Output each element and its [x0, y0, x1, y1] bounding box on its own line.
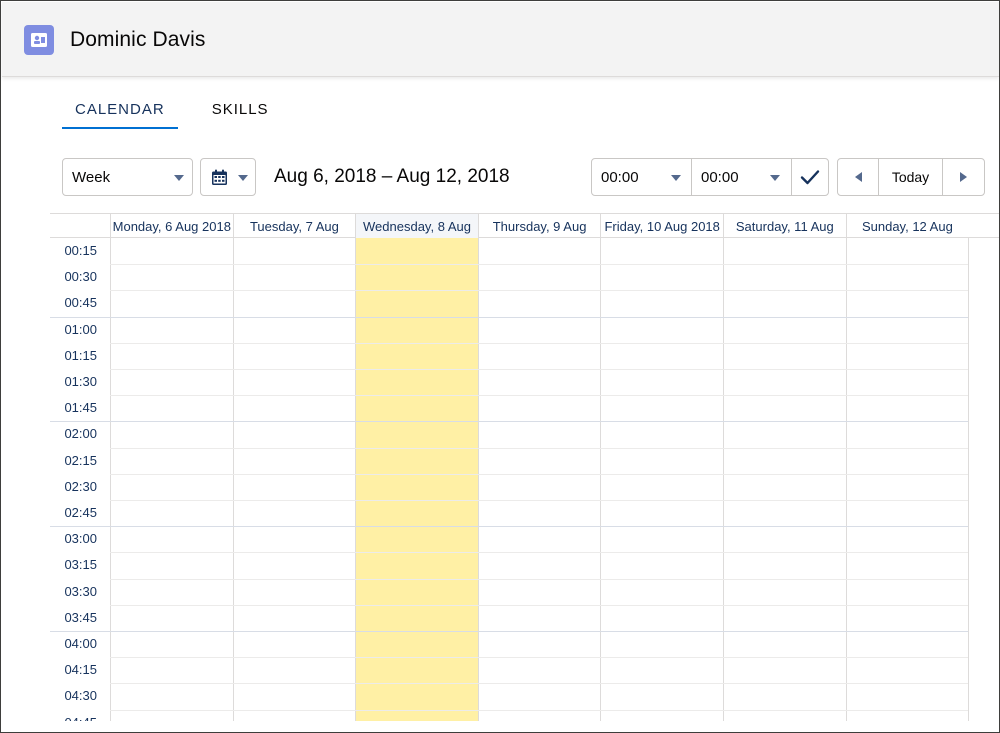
day-header: Tuesday, 7 Aug [232, 214, 356, 238]
slot-divider [110, 395, 969, 397]
date-range-label: Aug 6, 2018 – Aug 12, 2018 [274, 166, 510, 187]
calendar-icon [211, 169, 228, 190]
time-label: 01:30 [64, 374, 97, 389]
day-column[interactable] [600, 238, 723, 721]
time-label: 04:45 [50, 715, 97, 721]
slot-divider [50, 421, 969, 423]
date-picker-button[interactable] [200, 158, 256, 196]
contact-card-icon [24, 25, 54, 55]
day-header: Sunday, 12 Aug [845, 214, 969, 238]
next-week-button[interactable] [942, 158, 985, 196]
view-select[interactable]: Week [62, 158, 193, 196]
tab-skills[interactable]: SKILLS [199, 97, 282, 129]
time-label: 03:45 [64, 609, 97, 625]
end-time-value: 00:00 [701, 168, 739, 186]
time-label: 04:15 [64, 662, 97, 678]
start-time-select[interactable]: 00:00 [591, 158, 692, 196]
app-frame: Dominic Davis CALENDAR SKILLS Week Aug 6… [0, 0, 1000, 733]
chevron-down-icon [671, 175, 681, 181]
day-header: Monday, 6 Aug 2018 [110, 214, 233, 238]
time-label: 03:15 [64, 557, 97, 573]
day-column[interactable] [723, 238, 846, 721]
time-label: 04:00 [64, 636, 97, 651]
time-label: 00:15 [64, 243, 97, 258]
slot-divider [110, 342, 969, 344]
tab-bar: CALENDAR SKILLS [62, 97, 282, 129]
slot-divider [110, 447, 969, 449]
check-icon [800, 170, 820, 185]
slot-divider [110, 500, 969, 501]
record-header: Dominic Davis [2, 2, 999, 77]
day-header: Saturday, 11 Aug [723, 214, 846, 238]
time-label: 02:15 [64, 452, 97, 468]
day-header: Friday, 10 Aug 2018 [600, 214, 723, 238]
time-label: 00:45 [64, 295, 97, 311]
time-label: 00:30 [64, 269, 97, 285]
slot-divider [110, 552, 969, 554]
slot-divider [50, 631, 969, 632]
triangle-left-icon [854, 172, 862, 182]
day-column[interactable] [355, 238, 478, 721]
day-header-row: Monday, 6 Aug 2018 Tuesday, 7 Aug Wednesda… [50, 213, 999, 238]
view-select-value: Week [72, 168, 111, 186]
time-label: 02:45 [64, 505, 97, 520]
day-column[interactable] [110, 238, 233, 721]
time-label: 02:30 [64, 478, 97, 494]
tab-calendar[interactable]: CALENDAR [62, 97, 178, 129]
chevron-down-icon [238, 175, 248, 181]
week-calendar-grid: Monday, 6 Aug 2018 Tuesday, 7 Aug Wednesda… [50, 213, 999, 721]
chevron-down-icon [770, 175, 780, 181]
slot-divider [110, 578, 969, 580]
record-title: Dominic Davis [70, 28, 206, 51]
time-label: 04:30 [64, 688, 97, 704]
slot-divider [110, 264, 969, 266]
grid-right-border [968, 238, 970, 721]
slot-divider [110, 290, 969, 292]
start-time-value: 00:00 [601, 168, 639, 186]
slot-divider [50, 526, 969, 528]
slot-divider [110, 709, 969, 711]
day-header: Thursday, 9 Aug [477, 214, 601, 238]
slot-divider [110, 369, 969, 370]
slot-divider [110, 604, 969, 606]
chevron-down-icon [174, 175, 184, 181]
slot-divider [110, 473, 969, 475]
slot-divider [110, 683, 969, 685]
time-label: 01:00 [64, 321, 97, 337]
time-label: 03:00 [64, 531, 97, 547]
time-label: 02:00 [64, 426, 97, 442]
day-column[interactable] [232, 238, 356, 721]
slot-divider [50, 316, 969, 318]
end-time-select[interactable]: 00:00 [691, 158, 792, 196]
day-header: Wednesday, 8 Aug [355, 214, 478, 238]
triangle-right-icon [960, 172, 967, 182]
today-button[interactable]: Today [878, 158, 943, 196]
day-column[interactable] [477, 238, 601, 721]
apply-time-button[interactable] [791, 158, 829, 196]
slot-divider [110, 657, 969, 659]
previous-week-button[interactable] [837, 158, 879, 196]
time-label: 01:15 [64, 347, 97, 363]
time-label: 01:45 [64, 400, 97, 416]
time-label: 03:30 [64, 583, 97, 599]
day-column[interactable] [845, 238, 969, 721]
